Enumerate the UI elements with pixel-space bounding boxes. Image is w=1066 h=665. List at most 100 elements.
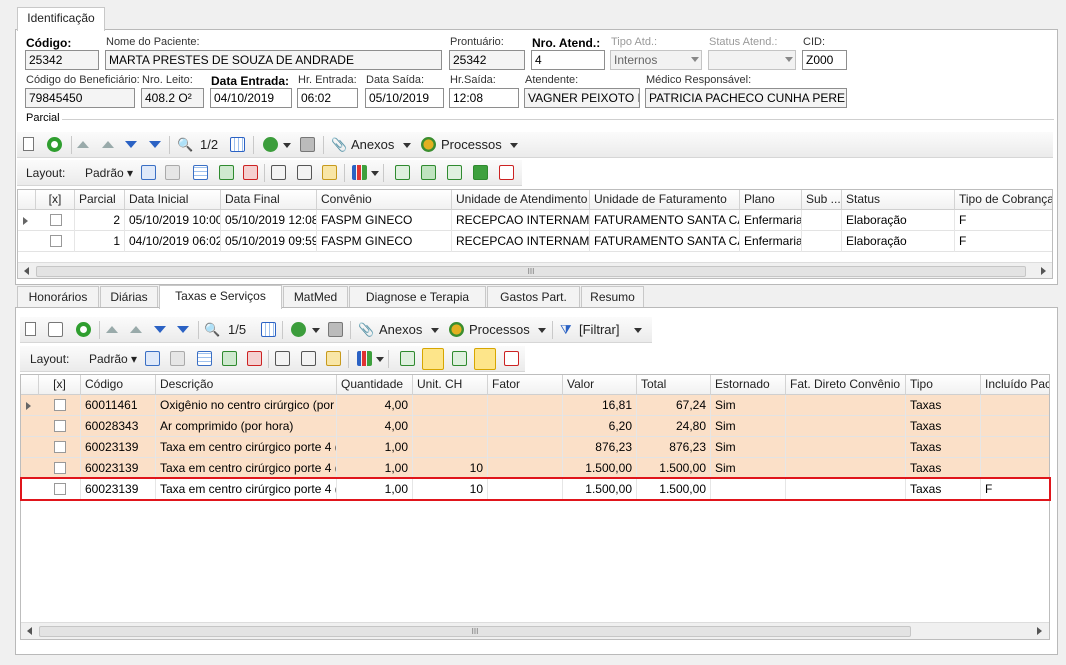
highlight-icon[interactable] bbox=[326, 351, 341, 366]
tipo-atd-select[interactable]: Internos bbox=[610, 50, 702, 70]
cod-benef-field[interactable]: 79845450 bbox=[25, 88, 135, 108]
prontuario-field[interactable]: 25342 bbox=[449, 50, 525, 70]
layout-copy-icon[interactable] bbox=[170, 351, 185, 366]
printer-icon[interactable] bbox=[328, 322, 343, 337]
grid-columns-icon[interactable] bbox=[193, 165, 208, 180]
tab-gastos-part[interactable]: Gastos Part. bbox=[487, 286, 580, 308]
column-header[interactable]: [x] bbox=[36, 190, 75, 210]
table-row[interactable]: 60023139 Taxa em centro cirúrgico porte 4… bbox=[21, 458, 1049, 479]
nro-atend-field[interactable]: 4 bbox=[531, 50, 605, 70]
nro-leito-field[interactable]: 408.2 O² bbox=[141, 88, 204, 108]
column-header[interactable]: Unit. CH bbox=[413, 375, 488, 395]
calendar-icon[interactable] bbox=[230, 137, 245, 152]
refresh-icon[interactable] bbox=[76, 322, 91, 337]
tab-identificacao[interactable]: Identificação bbox=[17, 7, 105, 31]
column-header[interactable]: Quantidade bbox=[337, 375, 413, 395]
funnel-filter-icon[interactable]: ⧩ bbox=[560, 320, 572, 340]
column-header[interactable]: Unidade de Atendimento bbox=[452, 190, 590, 210]
chevron-down-icon[interactable] bbox=[538, 328, 546, 333]
medico-field[interactable]: PATRICIA PACHECO CUNHA PEREIRA bbox=[645, 88, 847, 108]
bar-chart-icon[interactable] bbox=[352, 165, 367, 180]
anexos-button[interactable]: Anexos bbox=[379, 320, 422, 340]
column-header[interactable]: Valor bbox=[563, 375, 637, 395]
edit-icon[interactable] bbox=[48, 322, 63, 337]
data-saida-field[interactable]: 05/10/2019 bbox=[365, 88, 444, 108]
table-row[interactable]: 2 05/10/2019 10:00 05/10/2019 12:08 FASPM G… bbox=[18, 210, 1052, 231]
hr-entrada-field[interactable]: 06:02 bbox=[297, 88, 358, 108]
chevron-down-icon[interactable] bbox=[283, 143, 291, 148]
view-card-icon[interactable] bbox=[447, 165, 462, 180]
column-header[interactable]: Tipo bbox=[906, 375, 981, 395]
column-header[interactable]: Parcial bbox=[75, 190, 125, 210]
row-checkbox[interactable] bbox=[50, 214, 62, 226]
scroll-left-icon[interactable] bbox=[24, 267, 29, 275]
scroll-left-icon[interactable] bbox=[27, 627, 32, 635]
layout-save-icon[interactable] bbox=[145, 351, 160, 366]
tab-diarias[interactable]: Diárias bbox=[100, 286, 158, 308]
binoculars-icon[interactable]: 🔍 bbox=[204, 320, 220, 340]
next-record-icon[interactable] bbox=[154, 326, 166, 333]
view-card-icon[interactable] bbox=[452, 351, 467, 366]
processos-button[interactable]: Processos bbox=[469, 320, 530, 340]
taxas-horizontal-scrollbar[interactable]: III bbox=[21, 622, 1049, 639]
filtrar-button[interactable]: [Filtrar] bbox=[579, 320, 619, 340]
column-header[interactable]: Tipo de Cobrança bbox=[955, 190, 1052, 210]
last-record-icon[interactable] bbox=[177, 326, 189, 333]
processos-gears-icon[interactable] bbox=[421, 137, 436, 152]
previous-record-icon[interactable] bbox=[102, 141, 114, 148]
filter-row-icon[interactable] bbox=[275, 351, 290, 366]
view-banded-icon[interactable] bbox=[421, 165, 436, 180]
paperclip-icon[interactable]: 📎 bbox=[331, 135, 347, 155]
parcial-scroll-thumb[interactable]: III bbox=[36, 266, 1026, 277]
sum-icon[interactable] bbox=[301, 351, 316, 366]
column-header[interactable]: Sub ... bbox=[802, 190, 842, 210]
data-entrada-field[interactable]: 04/10/2019 bbox=[210, 88, 292, 108]
tab-resumo[interactable]: Resumo bbox=[581, 286, 644, 308]
bar-chart-icon[interactable] bbox=[357, 351, 372, 366]
chevron-down-icon[interactable] bbox=[634, 328, 642, 333]
column-header[interactable]: Convênio bbox=[317, 190, 452, 210]
view-grid-icon[interactable] bbox=[400, 351, 415, 366]
refresh-icon[interactable] bbox=[47, 137, 62, 152]
new-document-icon[interactable] bbox=[25, 322, 36, 336]
nome-paciente-field[interactable]: MARTA PRESTES DE SOUZA DE ANDRADE bbox=[105, 50, 442, 70]
chevron-down-icon[interactable] bbox=[376, 357, 384, 362]
taxas-scroll-thumb[interactable]: III bbox=[39, 626, 911, 637]
column-header[interactable]: Total bbox=[637, 375, 711, 395]
scroll-right-icon[interactable] bbox=[1041, 267, 1046, 275]
chevron-down-icon[interactable] bbox=[371, 171, 379, 176]
printer-icon[interactable] bbox=[300, 137, 315, 152]
sum-icon[interactable] bbox=[297, 165, 312, 180]
grid-columns-icon[interactable] bbox=[197, 351, 212, 366]
column-header[interactable]: Fat. Direto Convênio bbox=[786, 375, 906, 395]
scroll-right-icon[interactable] bbox=[1037, 627, 1042, 635]
row-checkbox[interactable] bbox=[54, 483, 66, 495]
navigate-arrow-icon[interactable] bbox=[263, 137, 278, 152]
chevron-down-icon[interactable] bbox=[403, 143, 411, 148]
processos-button[interactable]: Processos bbox=[441, 135, 502, 155]
column-header[interactable]: Estornado bbox=[711, 375, 786, 395]
column-header[interactable]: Data Final bbox=[221, 190, 317, 210]
font-icon[interactable] bbox=[499, 165, 514, 180]
column-header[interactable]: Código bbox=[81, 375, 156, 395]
first-record-icon[interactable] bbox=[77, 141, 89, 148]
export-icon[interactable] bbox=[247, 351, 262, 366]
layout-select[interactable]: Padrão ▾ bbox=[85, 163, 133, 183]
column-header[interactable]: Data Inicial bbox=[125, 190, 221, 210]
paperclip-icon[interactable]: 📎 bbox=[358, 320, 374, 340]
codigo-field[interactable]: 25342 bbox=[25, 50, 99, 70]
export-icon[interactable] bbox=[243, 165, 258, 180]
first-record-icon[interactable] bbox=[106, 326, 118, 333]
view-preview-icon[interactable] bbox=[473, 165, 488, 180]
layout-select[interactable]: Padrão ▾ bbox=[89, 349, 137, 369]
parcial-horizontal-scrollbar[interactable]: III bbox=[18, 262, 1052, 278]
row-checkbox[interactable] bbox=[54, 420, 66, 432]
column-header[interactable]: Descrição bbox=[156, 375, 337, 395]
cid-field[interactable]: Z000 bbox=[802, 50, 847, 70]
hr-saida-field[interactable]: 12:08 bbox=[449, 88, 519, 108]
layout-save-icon[interactable] bbox=[141, 165, 156, 180]
view-grid-icon[interactable] bbox=[395, 165, 410, 180]
tab-honorarios[interactable]: Honorários bbox=[17, 286, 99, 308]
row-checkbox[interactable] bbox=[50, 235, 62, 247]
table-row[interactable]: 60028343 Ar comprimido (por hora) 4,00 6,20… bbox=[21, 416, 1049, 437]
